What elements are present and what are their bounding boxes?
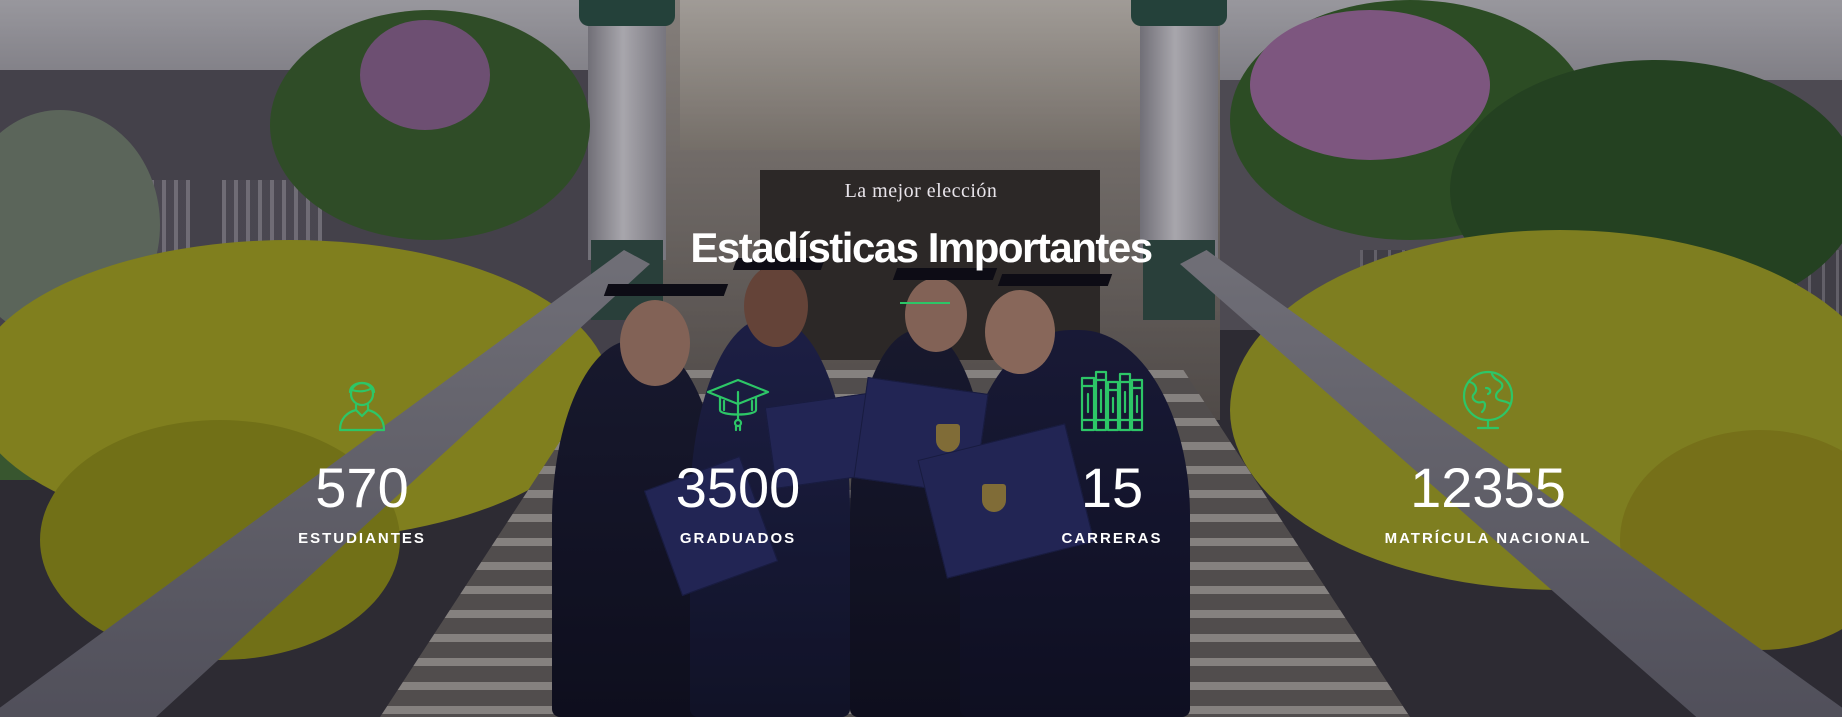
stat-label: GRADUADOS	[679, 530, 797, 547]
stat-matricula-nacional: 12355 MATRÍCULA NACIONAL	[1338, 368, 1638, 547]
stat-estudiantes: 570 ESTUDIANTES	[212, 368, 512, 547]
books-icon	[1080, 370, 1144, 432]
globe-icon	[1462, 370, 1514, 430]
stat-label: CARRERAS	[1061, 530, 1163, 547]
stat-value: 15	[1080, 456, 1144, 519]
stat-label: ESTUDIANTES	[298, 530, 426, 547]
stat-value: 570	[315, 456, 409, 519]
title-divider	[900, 302, 950, 304]
stat-label: MATRÍCULA NACIONAL	[1384, 530, 1592, 547]
stat-value: 3500	[675, 456, 801, 519]
section-title: Estadísticas Importantes	[690, 224, 1153, 271]
stat-carreras: 15 CARRERAS	[962, 368, 1262, 547]
stat-graduados: 3500 GRADUADOS	[588, 368, 888, 547]
statistics-section: La mejor elección Estadísticas Important…	[0, 0, 1842, 717]
graduation-cap-icon	[706, 378, 770, 432]
student-avatar-icon	[338, 381, 386, 432]
stat-value: 12355	[1410, 456, 1566, 519]
section-eyebrow: La mejor elección	[844, 180, 998, 202]
